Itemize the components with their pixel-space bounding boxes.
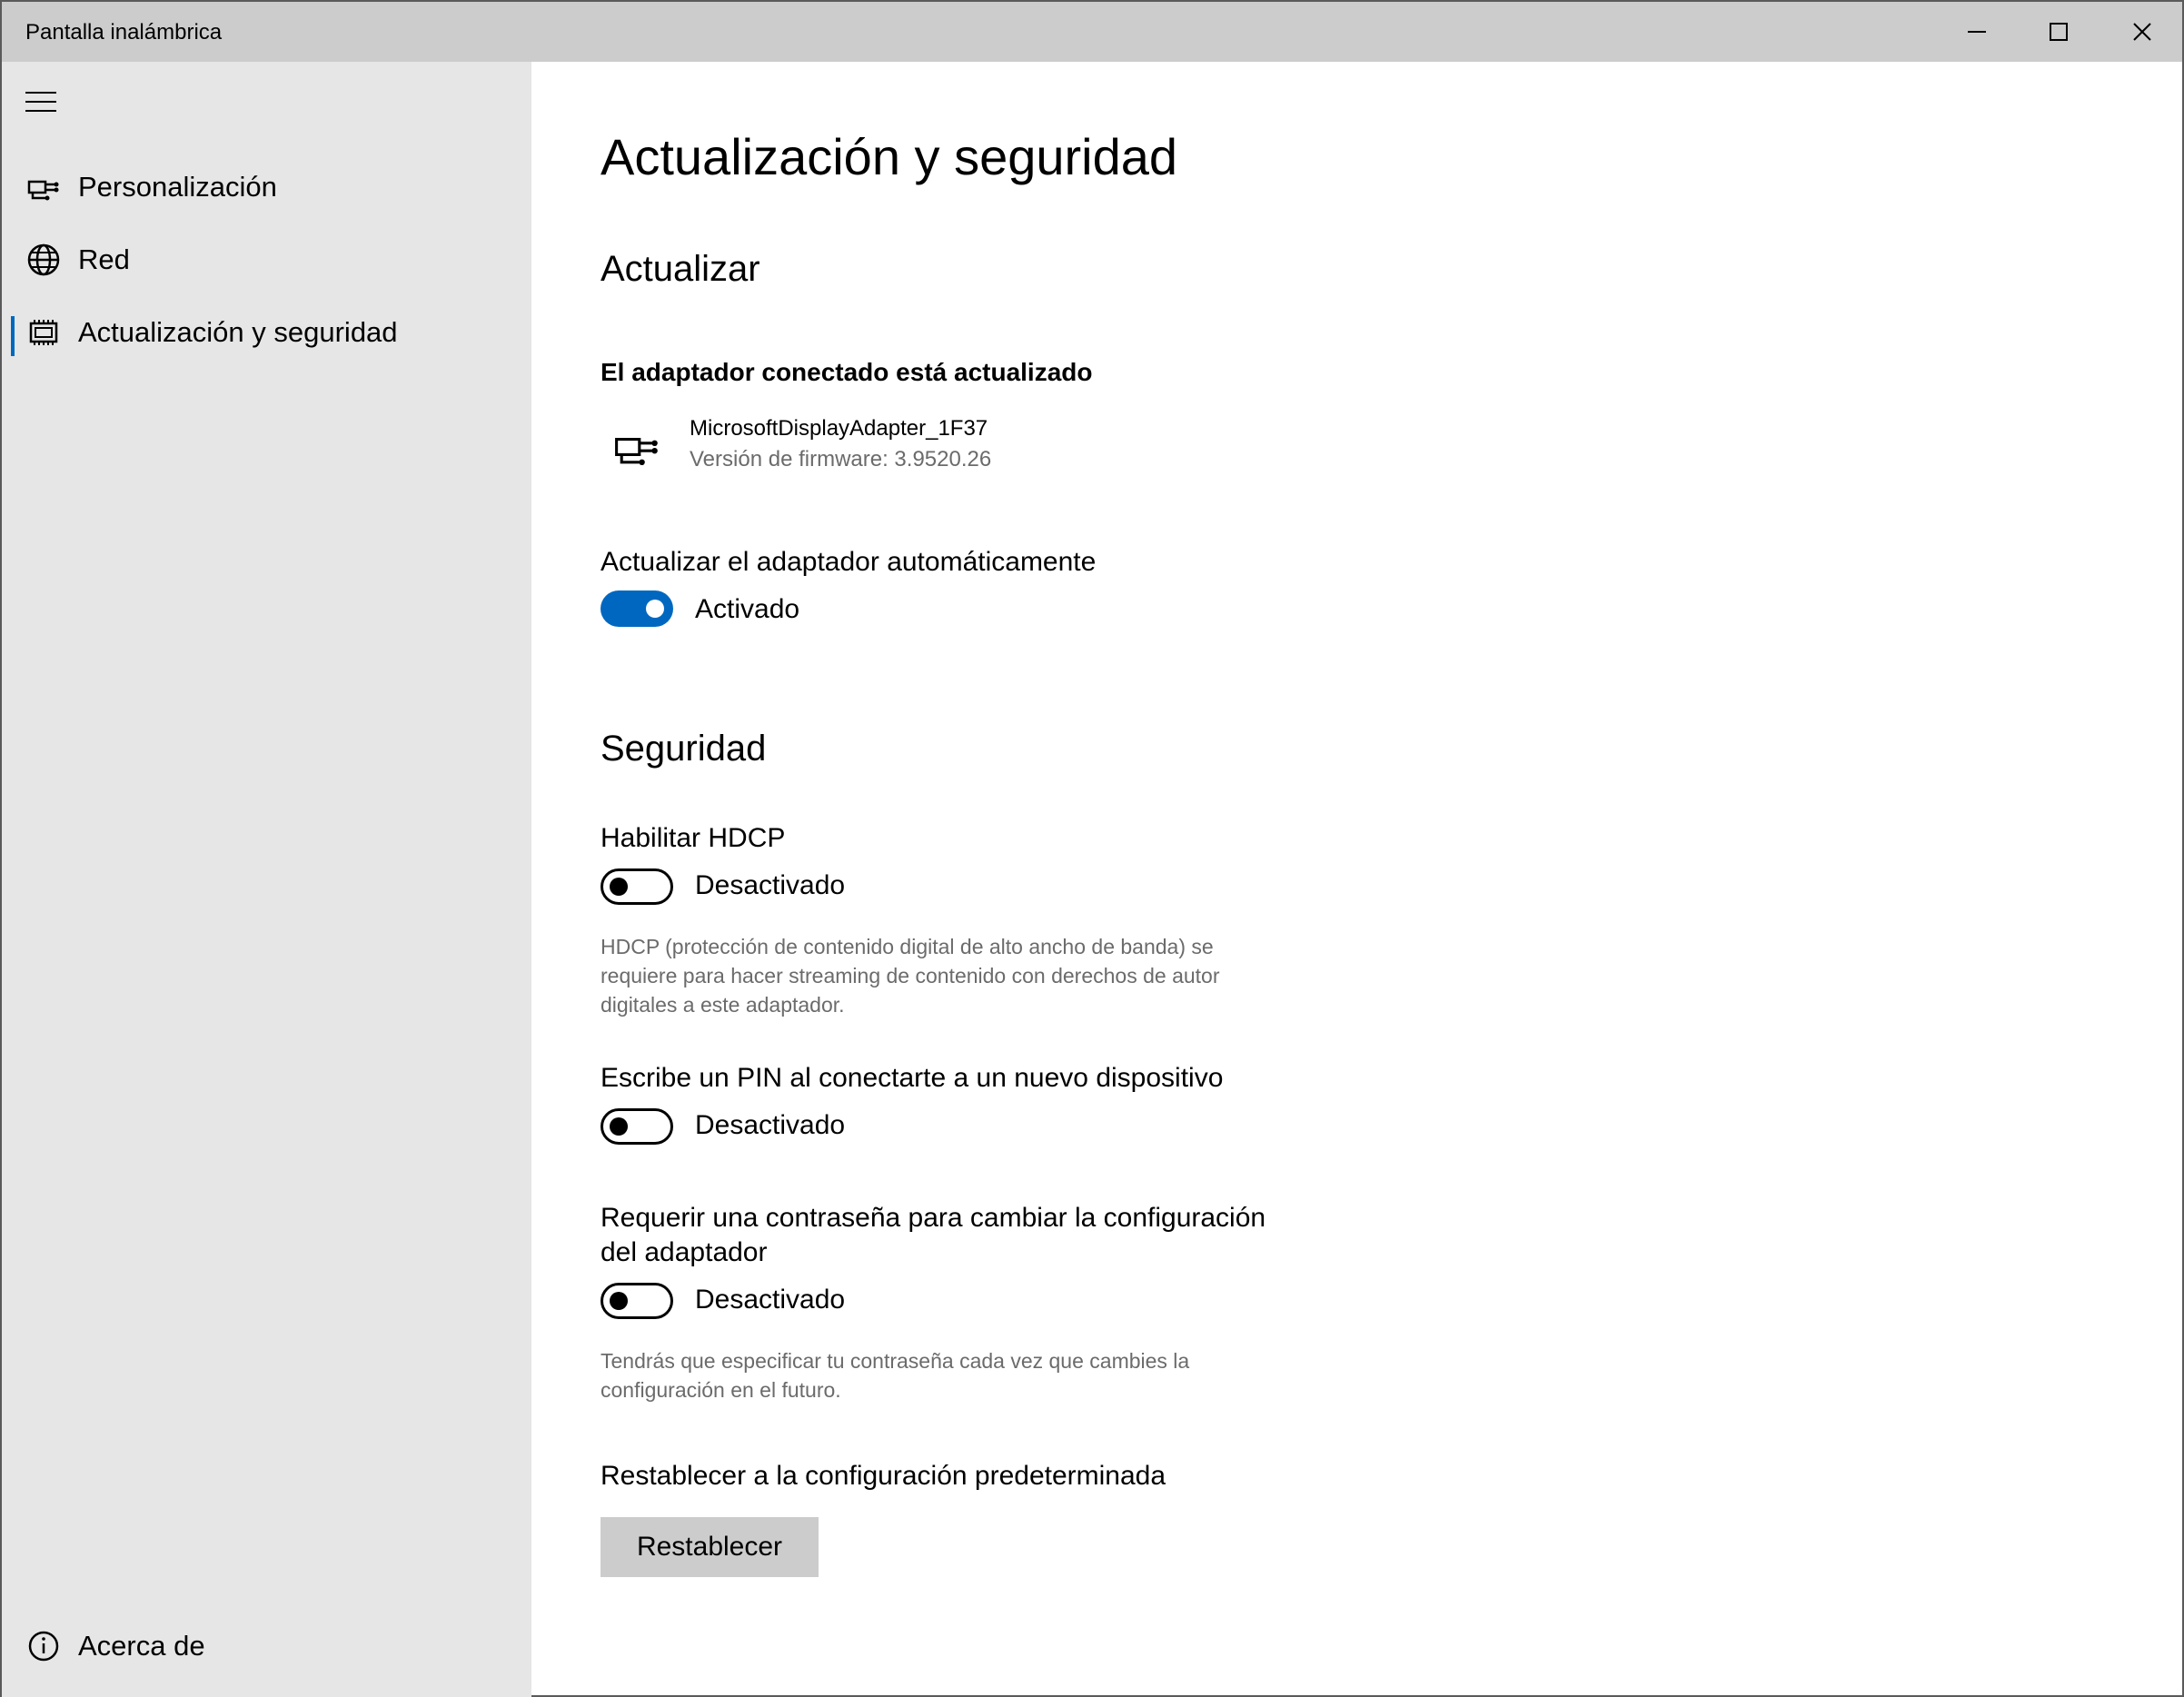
toggle-knob [646,600,664,618]
password-toggle[interactable] [601,1283,673,1319]
adapter-icon [27,180,59,201]
password-state: Desactivado [695,1285,846,1315]
device-name: MicrosoftDisplayAdapter_1F37 [690,416,988,441]
sidebar-item-red[interactable]: Red [2,227,531,293]
hdcp-state: Desactivado [695,870,846,900]
firmware-version: Versión de firmware: 3.9520.26 [690,447,992,471]
sidebar-item-acerca-de[interactable]: Acerca de [2,1613,531,1679]
toggle-knob [610,1292,628,1310]
reset-button[interactable]: Restablecer [601,1517,819,1577]
main-content: Actualización y seguridad Actualizar El … [531,62,2184,1697]
chip-icon [29,320,58,345]
update-heading: Actualizar [601,249,760,289]
password-label-line2: del adaptador [601,1237,768,1267]
minimize-icon [1968,31,1986,33]
close-icon [2133,23,2151,41]
security-heading: Seguridad [601,729,767,769]
title-bar: Pantalla inalámbrica [2,2,2182,62]
sidebar-item-label: Actualización y seguridad [78,316,398,348]
minimize-button[interactable] [1935,2,2019,62]
sidebar: Personalización Red Actualización y segu… [2,62,531,1697]
toggle-knob [610,878,628,896]
reset-label: Restablecer a la configuración predeterm… [601,1461,1166,1491]
globe-icon [27,243,60,276]
info-icon [28,1631,59,1662]
pin-toggle[interactable] [601,1108,673,1145]
sidebar-item-label: Red [78,243,130,275]
window-title: Pantalla inalámbrica [25,20,223,45]
update-status: El adaptador conectado está actualizado [601,358,1093,386]
sidebar-item-label: Personalización [78,171,277,203]
password-description: Tendrás que especificar tu contraseña ca… [601,1349,1190,1402]
sidebar-item-personalizacion[interactable]: Personalización [2,154,531,220]
hdcp-label: Habilitar HDCP [601,823,786,853]
toggle-knob [610,1117,628,1136]
adapter-icon [615,438,658,466]
auto-update-toggle[interactable] [601,590,673,627]
hamburger-menu-icon[interactable] [25,89,56,114]
sidebar-item-actualizacion-seguridad[interactable]: Actualización y seguridad [2,300,531,365]
app-window: Pantalla inalámbrica Personalización Red… [0,0,2184,1697]
page-title: Actualización y seguridad [601,128,1178,185]
close-button[interactable] [2100,2,2184,62]
password-label-line1: Requerir una contraseña para cambiar la … [601,1203,1266,1233]
pin-label: Escribe un PIN al conectarte a un nuevo … [601,1063,1224,1093]
pin-state: Desactivado [695,1110,846,1140]
maximize-button[interactable] [2017,2,2100,62]
hdcp-toggle[interactable] [601,868,673,905]
auto-update-state: Activado [695,594,800,624]
maximize-icon [2050,23,2068,41]
auto-update-label: Actualizar el adaptador automáticamente [601,547,1097,577]
selection-indicator [11,316,15,356]
hdcp-description: HDCP (protección de contenido digital de… [601,935,1220,1017]
sidebar-item-label: Acerca de [78,1630,205,1662]
